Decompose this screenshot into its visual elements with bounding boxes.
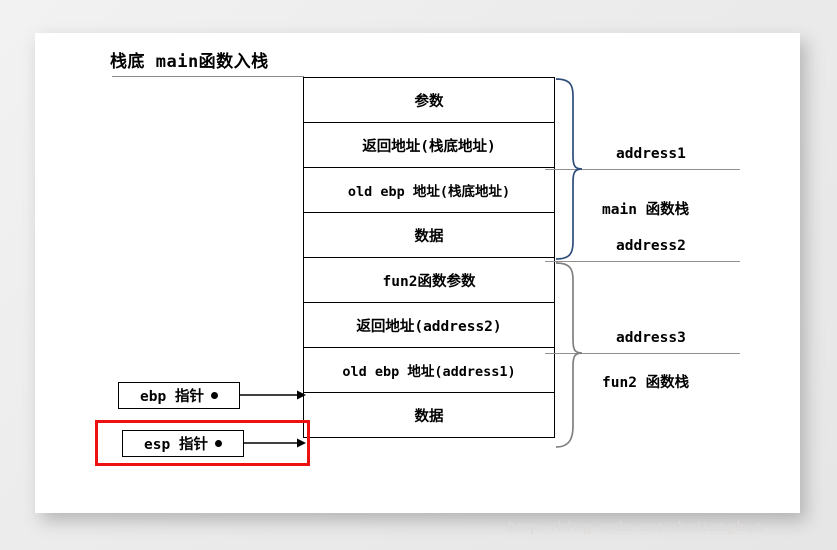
label-main-frame: main 函数栈 [602,202,690,218]
ebp-anchor-dot-icon [210,392,218,399]
address3-rule [545,353,740,354]
stack-row-data-fun2: 数据 [304,393,554,438]
ebp-pointer-label: ebp 指针 [140,389,204,405]
ebp-pointer-box: ebp 指针 [118,382,240,409]
diagram-canvas: 栈底 main函数入栈 参数 返回地址(栈底地址) old ebp 地址(栈底地… [0,0,837,550]
esp-highlight-rect [95,420,310,466]
stack-row-old-ebp-address1: old ebp 地址(address1) [304,348,554,393]
stack-table: 参数 返回地址(栈底地址) old ebp 地址(栈底地址) 数据 fun2函数… [303,77,555,438]
stack-row-return-address2: 返回地址(address2) [304,303,554,348]
stack-row-old-ebp-base: old ebp 地址(栈底地址) [304,168,554,213]
address2-rule [545,261,740,262]
stack-row-fun2-params: fun2函数参数 [304,258,554,303]
title-underline [112,76,304,77]
page-title: 栈底 main函数入栈 [110,52,269,72]
label-address2: address2 [616,238,686,254]
label-address1: address1 [616,146,686,162]
label-fun2-frame: fun2 函数栈 [602,375,690,391]
address1-rule [545,169,740,170]
stack-row-return-address-base: 返回地址(栈底地址) [304,123,554,168]
stack-row-data-main: 数据 [304,213,554,258]
stack-row-参数: 参数 [304,78,554,123]
label-address3: address3 [616,330,686,346]
watermark: http://blog.csdn.net/shulianghan [508,519,765,535]
